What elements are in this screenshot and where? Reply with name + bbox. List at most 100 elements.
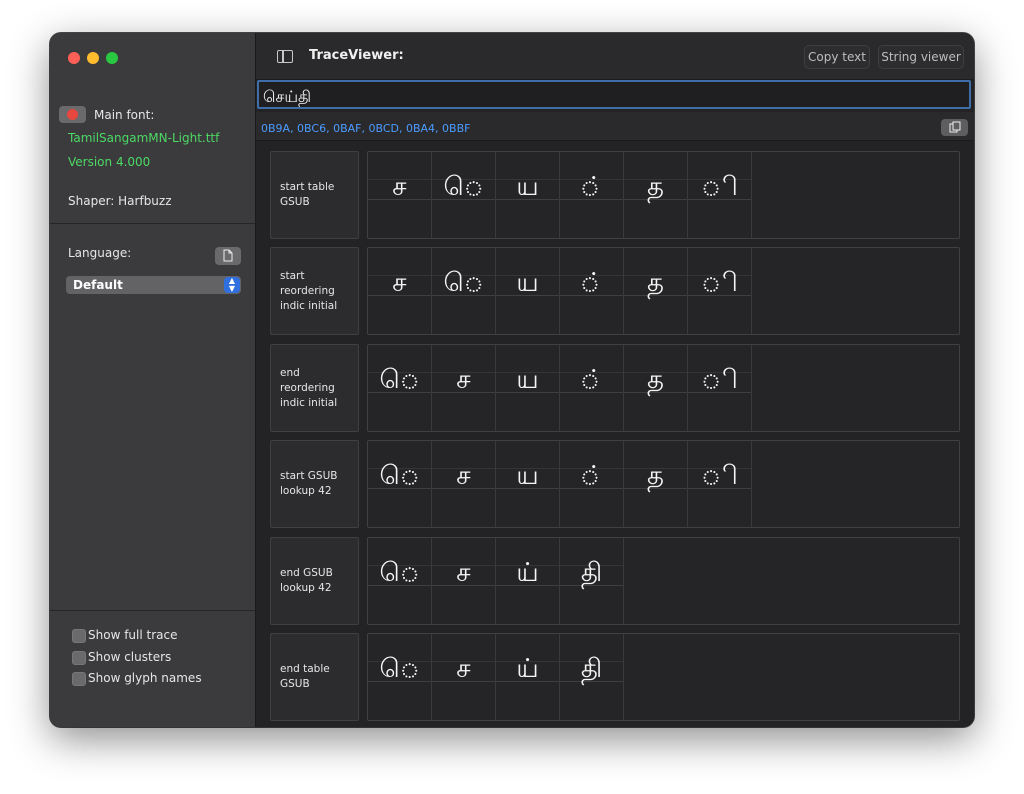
- shaper-label: Shaper: Harfbuzz: [68, 194, 172, 208]
- glyph-cell[interactable]: த: [624, 248, 688, 334]
- glyph-cell[interactable]: ய்: [496, 634, 560, 720]
- glyph: தி: [580, 654, 603, 684]
- glyph-cell[interactable]: ்: [560, 345, 624, 431]
- glyph-cell[interactable]: ச: [432, 345, 496, 431]
- glyph: ெ: [379, 558, 420, 588]
- glyph-cell[interactable]: ி: [688, 248, 752, 334]
- choose-font-button[interactable]: [59, 106, 86, 123]
- glyph-cell[interactable]: த: [624, 441, 688, 527]
- glyph: ெ: [379, 365, 420, 395]
- checkbox-label: Show clusters: [88, 650, 172, 664]
- glyph: ய: [516, 268, 539, 298]
- glyph-cell[interactable]: ச: [432, 634, 496, 720]
- chevron-up-down-icon: ▲ ▼: [224, 277, 240, 293]
- glyph-cell[interactable]: ெ: [368, 538, 432, 624]
- glyph-cell[interactable]: ச: [368, 248, 432, 334]
- glyph-cell[interactable]: ெ: [368, 634, 432, 720]
- glyph-cell[interactable]: ய: [496, 248, 560, 334]
- language-label: Language:: [68, 246, 132, 260]
- glyph: த: [647, 172, 664, 202]
- glyph-cell[interactable]: ச: [432, 538, 496, 624]
- glyph-cell[interactable]: தி: [560, 538, 624, 624]
- glyph-cell[interactable]: ய: [496, 441, 560, 527]
- minimize-window-button[interactable]: [87, 52, 99, 64]
- glyph: ச: [392, 268, 407, 298]
- glyph-cell[interactable]: த: [624, 152, 688, 238]
- stage-label: start GSUB lookup 42: [270, 440, 359, 528]
- stage-label-text: start GSUB lookup 42: [280, 470, 338, 497]
- glyph-cell[interactable]: ச: [368, 152, 432, 238]
- stage-label: start reordering indic initial: [270, 247, 359, 335]
- string-viewer-button[interactable]: String viewer: [878, 45, 964, 69]
- glyph-cell[interactable]: ய்: [496, 538, 560, 624]
- glyph-cell[interactable]: ெ: [368, 345, 432, 431]
- stage-label: end table GSUB: [270, 633, 359, 721]
- main-content: TraceViewer: Copy text String viewer செ ய…: [256, 33, 974, 727]
- glyph-cell[interactable]: ்: [560, 152, 624, 238]
- stage-label-text: end table GSUB: [280, 663, 330, 690]
- checkbox-box[interactable]: [72, 651, 86, 665]
- glyph: தி: [580, 558, 603, 588]
- glyph-cell[interactable]: ி: [688, 441, 752, 527]
- glyph: ய: [516, 365, 539, 395]
- stage-glyph-row: செ ய் தி: [367, 151, 960, 239]
- glyph: ச: [456, 365, 471, 395]
- glyph-cell[interactable]: ி: [688, 345, 752, 431]
- glyph: த: [647, 268, 664, 298]
- glyph-cell[interactable]: ய: [496, 152, 560, 238]
- checkbox-label: Show full trace: [88, 628, 178, 642]
- stage-label-text: end reordering indic initial: [280, 366, 338, 409]
- codepoints-text: 0B9A, 0BC6, 0BAF, 0BCD, 0BA4, 0BBF: [261, 122, 471, 135]
- glyph: ெ: [379, 654, 420, 684]
- glyph: ச: [456, 461, 471, 491]
- copy-text-button[interactable]: Copy text: [804, 45, 870, 69]
- font-version: Version 4.000: [68, 155, 151, 169]
- copy-codepoints-button[interactable]: [941, 119, 968, 136]
- sidebar-divider-bottom: [50, 610, 255, 611]
- document-icon: [223, 249, 233, 262]
- glyph: ய: [516, 461, 539, 491]
- glyph-cell[interactable]: ெ: [432, 248, 496, 334]
- close-window-button[interactable]: [68, 52, 80, 64]
- language-select[interactable]: Default ▲ ▼: [66, 276, 241, 294]
- checkbox-label: Show glyph names: [88, 671, 202, 685]
- stage-label: start table GSUB: [270, 151, 359, 239]
- glyph: ய்: [516, 558, 539, 588]
- glyph-cell[interactable]: தி: [560, 634, 624, 720]
- stage-glyph-row: ெ ச ய் தி: [367, 440, 960, 528]
- glyph: ்: [579, 172, 603, 202]
- window-title: TraceViewer:: [309, 48, 404, 63]
- stage-glyph-row: ெ ச ய் தி: [367, 537, 960, 625]
- checkbox-box[interactable]: [72, 629, 86, 643]
- zoom-window-button[interactable]: [106, 52, 118, 64]
- stage-label-text: start table GSUB: [280, 181, 335, 208]
- glyph: ்: [579, 268, 603, 298]
- glyph-cell[interactable]: ்: [560, 441, 624, 527]
- glyph-cell[interactable]: ச: [432, 441, 496, 527]
- stage-glyph-row: செ ய் தி: [367, 247, 960, 335]
- glyph-cell[interactable]: த: [624, 345, 688, 431]
- stage-label-text: end GSUB lookup 42: [280, 567, 333, 594]
- main-font-label: Main font:: [94, 108, 155, 122]
- checkbox-box[interactable]: [72, 672, 86, 686]
- glyph-cell[interactable]: ெ: [432, 152, 496, 238]
- glyph: ய: [516, 172, 539, 202]
- text-input[interactable]: செய்தி: [257, 80, 971, 109]
- glyph: ெ: [443, 268, 484, 298]
- glyph-cell[interactable]: ெ: [368, 441, 432, 527]
- glyph: ய்: [516, 654, 539, 684]
- glyph-cell[interactable]: ய: [496, 345, 560, 431]
- language-document-button[interactable]: [215, 247, 241, 265]
- glyph: ி: [701, 365, 738, 395]
- codepoints-bar: 0B9A, 0BC6, 0BAF, 0BCD, 0BA4, 0BBF: [256, 112, 974, 141]
- trace-viewer-window: Main font: TamilSangamMN-Light.ttf Versi…: [50, 33, 974, 727]
- language-select-value: Default: [73, 278, 123, 292]
- glyph: ி: [701, 268, 738, 298]
- glyph: ்: [579, 461, 603, 491]
- sidebar: Main font: TamilSangamMN-Light.ttf Versi…: [50, 33, 256, 727]
- copy-icon: [949, 121, 960, 133]
- toggle-sidebar-icon[interactable]: [277, 50, 293, 63]
- glyph-cell[interactable]: ்: [560, 248, 624, 334]
- glyph: ச: [392, 172, 407, 202]
- glyph-cell[interactable]: ி: [688, 152, 752, 238]
